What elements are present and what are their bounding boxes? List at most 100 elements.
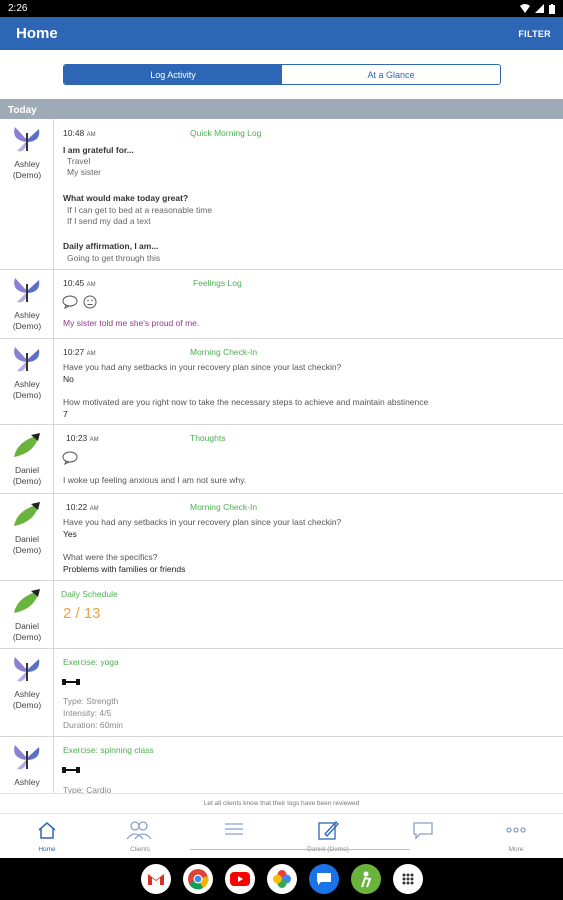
butterfly-avatar-icon <box>14 745 40 770</box>
section-header-today: Today <box>0 99 563 119</box>
question: I am grateful for... <box>63 145 134 155</box>
butterfly-avatar-icon <box>14 278 40 303</box>
log-entry[interactable]: Ashley Exercise: spinning class Type: Ca… <box>0 737 563 793</box>
log-title: Thoughts <box>190 433 226 443</box>
log-entry[interactable]: Ashley (Demo) 10:27 AM Morning Check-In … <box>0 339 563 425</box>
exercise-detail: Type: Cardio <box>63 785 112 793</box>
answer: If I send my dad a text <box>67 216 151 226</box>
review-all-logs-link[interactable]: Let all clients know that their logs hav… <box>0 793 563 813</box>
nav-messages[interactable] <box>383 814 463 859</box>
leaf-avatar-icon <box>14 589 40 613</box>
log-time: 10:22 AM <box>66 502 99 512</box>
nav-divider <box>190 849 410 850</box>
log-entry[interactable]: Ashley (Demo) 10:48 AM Quick Morning Log… <box>0 119 563 270</box>
log-title: Morning Check-In <box>190 347 258 357</box>
log-entry[interactable]: Ashley (Demo) 10:45 AM Feelings Log My s… <box>0 270 563 339</box>
more-icon <box>506 827 526 833</box>
answer: If I can get to bed at a reasonable time <box>67 205 213 215</box>
question: Have you had any setbacks in your recove… <box>63 517 342 527</box>
avatar-subtitle: (Demo) <box>12 170 42 180</box>
nav-more[interactable]: More <box>476 814 556 859</box>
exercise-detail: Type: Strength <box>63 696 119 706</box>
thought-bubble-icon <box>62 451 78 465</box>
app-bar: Home FILTER <box>0 17 563 50</box>
avatar-subtitle: (Demo) <box>12 632 42 642</box>
answer: Problems with families or friends <box>63 564 186 574</box>
status-time: 2:26 <box>8 3 28 14</box>
avatar-name: Daniel <box>14 534 40 544</box>
tab-log-activity[interactable]: Log Activity <box>64 65 282 84</box>
thought-bubble-icon <box>62 295 78 309</box>
chat-icon <box>413 822 433 840</box>
messages-icon[interactable] <box>308 864 339 894</box>
exercise-detail: Duration: 60min <box>63 720 124 730</box>
view-segment-control: Log Activity At a Glance <box>63 64 501 85</box>
activity-feed[interactable]: Ashley (Demo) 10:48 AM Quick Morning Log… <box>0 119 563 793</box>
avatar-name: Ashley <box>14 310 40 320</box>
system-dock <box>0 858 563 900</box>
battery-icon <box>549 3 555 14</box>
log-time: 10:23 AM <box>66 433 99 443</box>
tab-at-a-glance[interactable]: At a Glance <box>282 65 500 84</box>
avatar-name: Ashley <box>14 159 40 169</box>
log-entry[interactable]: Daniel (Demo) 10:22 AM Morning Check-In … <box>0 494 563 581</box>
avatar-name: Daniel <box>14 465 40 475</box>
chrome-icon[interactable] <box>182 864 213 894</box>
log-entry[interactable]: Daniel (Demo) 10:23 AM Thoughts I woke u… <box>0 425 563 494</box>
dumbbell-icon <box>62 767 80 773</box>
home-icon <box>38 822 56 839</box>
edit-note-icon <box>318 821 339 840</box>
nav-list[interactable] <box>195 814 275 859</box>
question: What would make today great? <box>63 193 189 203</box>
clients-icon <box>126 821 152 840</box>
log-time: 10:45 AM <box>63 278 96 288</box>
log-time: 10:27 AM <box>63 347 96 357</box>
filter-button[interactable]: FILTER <box>518 29 551 39</box>
avatar-name: Ashley <box>14 379 40 389</box>
dumbbell-icon <box>62 679 80 685</box>
question: How motivated are you right now to take … <box>63 397 429 407</box>
wifi-icon <box>520 4 530 13</box>
status-bar: 2:26 <box>0 0 563 17</box>
signal-icon <box>535 4 544 13</box>
butterfly-avatar-icon <box>14 127 40 152</box>
apps-icon[interactable] <box>392 864 423 894</box>
page-title: Home <box>16 25 58 42</box>
answer: Yes <box>63 529 77 539</box>
leaf-avatar-icon <box>14 433 40 457</box>
log-entry[interactable]: Ashley (Demo) Exercise: yoga Type: Stren… <box>0 649 563 737</box>
answer: Travel <box>67 156 91 166</box>
butterfly-avatar-icon <box>14 347 40 372</box>
answer: 7 <box>63 409 68 419</box>
nav-client-notes[interactable]: Daniel (Demo) <box>288 814 368 859</box>
bottom-navigation: Home Clients Daniel (Demo) More <box>0 813 563 858</box>
question: Daily affirmation, I am... <box>63 241 159 251</box>
avatar-subtitle: (Demo) <box>12 545 42 555</box>
exercise-detail: Intensity: 4/5 <box>63 708 112 718</box>
thought-note: I woke up feeling anxious and I am not s… <box>63 475 247 485</box>
photos-icon[interactable] <box>266 864 297 894</box>
avatar-subtitle: (Demo) <box>12 321 42 331</box>
leaf-avatar-icon <box>14 502 40 526</box>
avatar-name: Ashley <box>14 689 40 699</box>
avatar-name: Ashley <box>14 777 40 787</box>
answer: Going to get through this <box>67 253 161 263</box>
log-title: Feelings Log <box>193 278 242 288</box>
question: Have you had any setbacks in your recove… <box>63 362 342 372</box>
avatar-subtitle: (Demo) <box>12 476 42 486</box>
log-title: Exercise: yoga <box>63 657 119 667</box>
question: What were the specifics? <box>63 552 158 562</box>
gmail-icon[interactable] <box>140 864 171 894</box>
nav-home[interactable]: Home <box>7 814 87 859</box>
nav-clients[interactable]: Clients <box>100 814 180 859</box>
app-icon[interactable] <box>350 864 381 894</box>
feeling-note: My sister told me she's proud of me. <box>63 318 200 328</box>
log-time: 10:48 AM <box>63 128 96 138</box>
butterfly-avatar-icon <box>14 657 40 682</box>
log-entry[interactable]: Daniel (Demo) Daily Schedule 2 / 13 <box>0 581 563 649</box>
neutral-face-icon <box>83 295 97 309</box>
log-title: Exercise: spinning class <box>63 745 154 755</box>
youtube-icon[interactable] <box>224 864 255 894</box>
answer: No <box>63 374 74 384</box>
list-icon <box>225 823 243 835</box>
